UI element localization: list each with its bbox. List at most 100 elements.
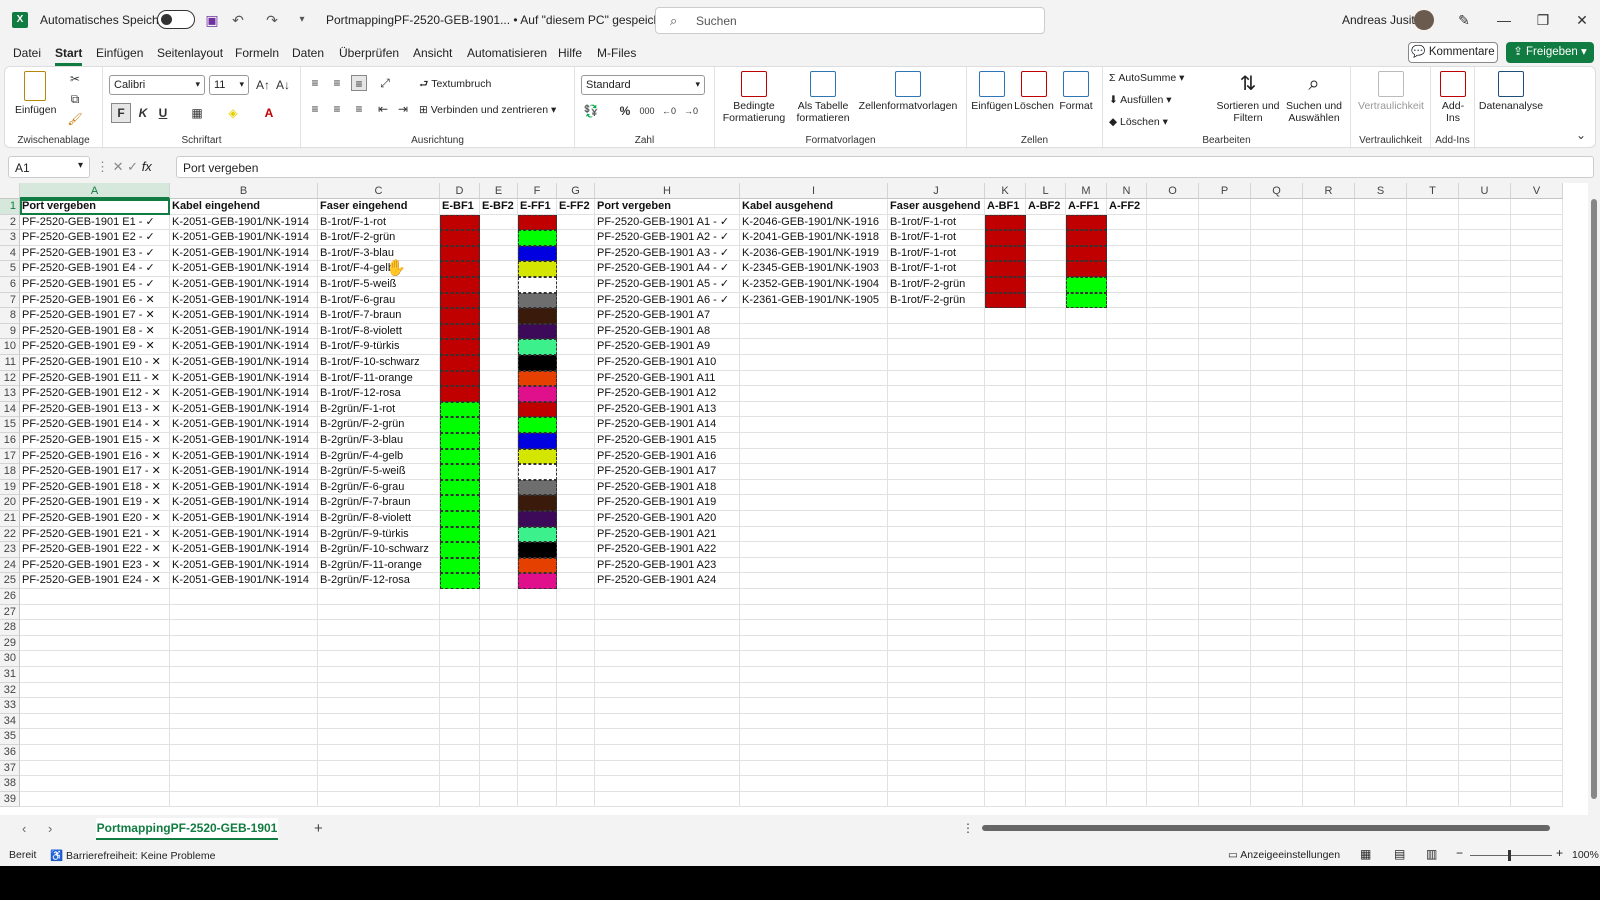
cell[interactable] bbox=[1147, 729, 1199, 745]
cell[interactable]: PF-2520-GEB-1901 E19 - ✕ bbox=[20, 495, 170, 511]
color-cell[interactable] bbox=[518, 542, 557, 558]
cell[interactable]: K-2051-GEB-1901/NK-1914 bbox=[170, 479, 318, 496]
cell[interactable]: K-2051-GEB-1901/NK-1914 bbox=[170, 308, 318, 324]
cell[interactable] bbox=[1107, 713, 1147, 730]
cell[interactable] bbox=[1511, 261, 1563, 277]
cell[interactable] bbox=[518, 791, 557, 808]
color-cell[interactable] bbox=[985, 230, 1026, 246]
cell[interactable] bbox=[1303, 464, 1355, 480]
column-header-h[interactable]: H bbox=[595, 183, 740, 199]
cell[interactable] bbox=[1407, 199, 1459, 215]
color-cell[interactable] bbox=[518, 323, 557, 340]
cell[interactable] bbox=[1303, 370, 1355, 387]
cell[interactable]: B-2grün/F-4-gelb bbox=[318, 448, 440, 465]
color-cell[interactable] bbox=[1066, 261, 1107, 277]
merge-center-button[interactable]: ⊞ Verbinden und zentrieren ▾ bbox=[419, 104, 556, 116]
cell[interactable] bbox=[1066, 386, 1107, 402]
cell[interactable] bbox=[1407, 620, 1459, 636]
color-cell[interactable] bbox=[440, 401, 480, 418]
cell[interactable] bbox=[740, 729, 888, 745]
cell[interactable] bbox=[1303, 760, 1355, 777]
cell[interactable] bbox=[985, 479, 1026, 496]
cell[interactable] bbox=[1303, 589, 1355, 605]
color-cell[interactable] bbox=[440, 511, 480, 527]
cell[interactable] bbox=[170, 604, 318, 621]
cell[interactable] bbox=[1107, 448, 1147, 465]
cell[interactable] bbox=[1026, 308, 1066, 324]
cell[interactable]: B-1rot/F-1-rot bbox=[318, 214, 440, 231]
color-cell[interactable] bbox=[518, 355, 557, 371]
cell[interactable]: K-2051-GEB-1901/NK-1914 bbox=[170, 355, 318, 371]
cell[interactable] bbox=[1147, 667, 1199, 683]
cell[interactable] bbox=[557, 214, 595, 231]
cell[interactable]: PF-2520-GEB-1901 A5 - ✓ bbox=[595, 277, 740, 293]
cell[interactable]: PF-2520-GEB-1901 E6 - ✕ bbox=[20, 292, 170, 309]
cell[interactable] bbox=[440, 682, 480, 699]
zoom-slider-thumb[interactable] bbox=[1508, 850, 1511, 861]
cell[interactable] bbox=[1511, 682, 1563, 699]
cell[interactable] bbox=[1407, 370, 1459, 387]
column-header-e[interactable]: E bbox=[480, 183, 518, 199]
cell[interactable]: PF-2520-GEB-1901 A23 bbox=[595, 557, 740, 574]
cell[interactable]: K-2046-GEB-1901/NK-1916 bbox=[740, 214, 888, 231]
row-header[interactable]: 15 bbox=[0, 417, 20, 433]
color-cell[interactable] bbox=[518, 230, 557, 246]
cell[interactable] bbox=[985, 417, 1026, 433]
cell[interactable] bbox=[1251, 464, 1303, 480]
color-cell[interactable] bbox=[518, 261, 557, 277]
cell[interactable]: PF-2520-GEB-1901 E2 - ✓ bbox=[20, 230, 170, 246]
decrease-indent-icon[interactable]: ⇤ bbox=[375, 101, 391, 117]
cell[interactable] bbox=[888, 511, 985, 527]
cell[interactable] bbox=[1107, 698, 1147, 714]
cell[interactable] bbox=[985, 308, 1026, 324]
cell[interactable] bbox=[1303, 199, 1355, 215]
cell[interactable] bbox=[170, 635, 318, 652]
color-cell[interactable] bbox=[440, 261, 480, 277]
cell[interactable] bbox=[1147, 433, 1199, 449]
color-cell[interactable] bbox=[518, 495, 557, 511]
cell[interactable] bbox=[985, 370, 1026, 387]
cell[interactable] bbox=[1511, 620, 1563, 636]
cell[interactable] bbox=[1026, 339, 1066, 355]
cell[interactable] bbox=[1459, 495, 1511, 511]
cell[interactable] bbox=[1355, 745, 1407, 761]
cell[interactable] bbox=[1107, 667, 1147, 683]
cell[interactable] bbox=[1355, 230, 1407, 246]
color-cell[interactable] bbox=[1066, 214, 1107, 231]
cell[interactable] bbox=[1107, 308, 1147, 324]
cell[interactable] bbox=[20, 667, 170, 683]
cell[interactable] bbox=[985, 604, 1026, 621]
cell[interactable]: PF-2520-GEB-1901 A2 - ✓ bbox=[595, 230, 740, 246]
cell[interactable]: B-2grün/F-6-grau bbox=[318, 479, 440, 496]
cell[interactable]: B-1rot/F-8-violett bbox=[318, 323, 440, 340]
color-cell[interactable] bbox=[518, 573, 557, 589]
cell[interactable] bbox=[1303, 230, 1355, 246]
cell[interactable] bbox=[1303, 776, 1355, 792]
cell[interactable] bbox=[170, 776, 318, 792]
color-cell[interactable] bbox=[440, 339, 480, 355]
percent-button[interactable]: % bbox=[617, 103, 633, 119]
cell[interactable] bbox=[1511, 729, 1563, 745]
cell[interactable] bbox=[985, 667, 1026, 683]
header-cell[interactable]: A-BF2 bbox=[1026, 199, 1066, 215]
cell[interactable] bbox=[1107, 604, 1147, 621]
color-cell[interactable] bbox=[440, 386, 480, 402]
cell[interactable] bbox=[1199, 199, 1251, 215]
cell[interactable] bbox=[1066, 308, 1107, 324]
color-cell[interactable] bbox=[985, 261, 1026, 277]
cell[interactable] bbox=[440, 698, 480, 714]
cell[interactable]: PF-2520-GEB-1901 A12 bbox=[595, 386, 740, 402]
normal-view-icon[interactable]: ▦ bbox=[1360, 847, 1371, 861]
cell[interactable]: B-1rot/F-1-rot bbox=[888, 214, 985, 231]
cell[interactable]: B-1rot/F-2-grün bbox=[888, 277, 985, 293]
cell[interactable] bbox=[1303, 277, 1355, 293]
cell[interactable] bbox=[1026, 760, 1066, 777]
bold-button[interactable]: F bbox=[111, 103, 131, 123]
cell[interactable] bbox=[20, 791, 170, 808]
color-cell[interactable] bbox=[518, 308, 557, 324]
cell[interactable] bbox=[985, 713, 1026, 730]
cell[interactable] bbox=[888, 370, 985, 387]
sort-filter-button[interactable]: ⇅ Sortieren und Filtern bbox=[1215, 71, 1281, 124]
cell[interactable] bbox=[888, 667, 985, 683]
row-header[interactable]: 38 bbox=[0, 776, 20, 792]
